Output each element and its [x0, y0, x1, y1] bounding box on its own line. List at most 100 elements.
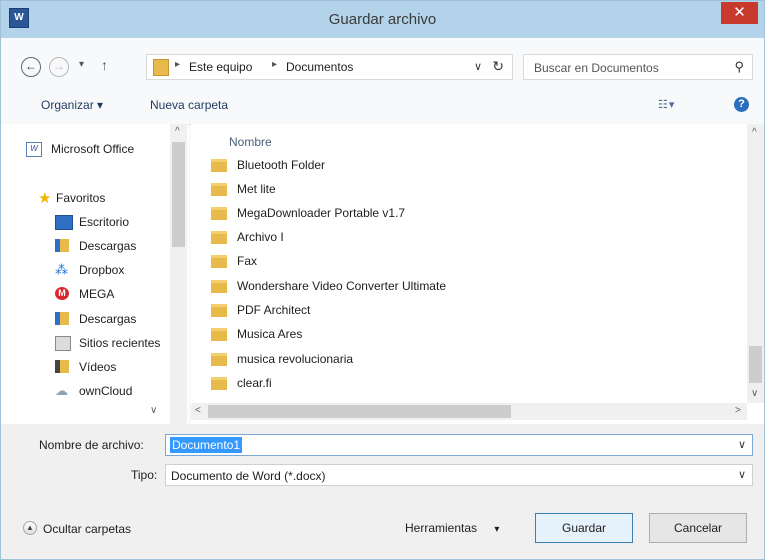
scroll-up-icon[interactable]: ^ [752, 127, 757, 138]
command-bar: Organizar ▾ Nueva carpeta ☷ ▾ ? [1, 88, 764, 125]
nav-item-dropbox[interactable]: ⁂ Dropbox [55, 262, 125, 277]
type-label: Tipo: [131, 468, 158, 482]
nav-item-label: Dropbox [79, 263, 125, 277]
nav-item-videos[interactable]: Vídeos [55, 360, 117, 374]
filename-label: Nombre de archivo: [39, 438, 144, 452]
recent-locations-button[interactable]: ▾ [79, 59, 84, 70]
hide-folders-button[interactable]: Ocultar carpetas [43, 522, 131, 536]
nav-item-label: ownCloud [79, 384, 133, 398]
address-box[interactable]: ▸ Este equipo ▸ Documentos ∨ ↻ [146, 54, 513, 80]
cloud-icon: ☁ [55, 383, 68, 398]
save-form: Nombre de archivo: Documento1 ∨ Tipo: Do… [1, 424, 764, 559]
mega-icon: M [55, 287, 69, 300]
file-name: Musica Ares [237, 327, 303, 341]
file-type-select[interactable]: Documento de Word (*.docx) ∨ [165, 464, 753, 486]
nav-item-label: Escritorio [79, 215, 130, 229]
breadcrumb-separator: ▸ [175, 59, 181, 70]
address-dropdown-icon[interactable]: ∨ [474, 60, 482, 73]
scroll-left-icon[interactable]: < [195, 405, 201, 416]
navigation-pane: W Microsoft Office ★ Favoritos Escritori… [1, 124, 188, 424]
nav-item-microsoft-office[interactable]: W Microsoft Office [26, 142, 135, 157]
desktop-icon [55, 215, 73, 230]
scroll-right-icon[interactable]: > [735, 405, 741, 416]
nav-item-mega[interactable]: M MEGA [55, 287, 115, 301]
nav-item-label: Vídeos [79, 360, 117, 374]
nav-item-label: Favoritos [56, 191, 106, 205]
close-button[interactable]: ✕ [721, 2, 758, 24]
refresh-icon[interactable]: ↻ [492, 58, 504, 75]
star-icon: ★ [38, 190, 52, 207]
tools-button[interactable]: Herramientas ▾ [405, 521, 499, 535]
breadcrumb-este-equipo[interactable]: Este equipo [189, 60, 252, 74]
breadcrumb-separator: ▸ [272, 59, 278, 70]
folder-icon [211, 377, 227, 390]
folder-icon [211, 353, 227, 366]
forward-button[interactable]: → [49, 57, 69, 77]
help-icon[interactable]: ? [734, 97, 749, 112]
videos-icon [55, 360, 69, 373]
file-list-horizontal-scrollbar[interactable]: < > [191, 403, 747, 420]
tools-label: Herramientas [405, 521, 478, 535]
dropbox-icon: ⁂ [55, 262, 68, 277]
search-icon[interactable]: ⚲ [734, 59, 744, 75]
folder-icon [153, 59, 169, 76]
title-bar[interactable]: W Guardar archivo ✕ [1, 1, 764, 38]
file-name: musica revolucionaria [237, 352, 354, 366]
column-header-nombre[interactable]: Nombre [229, 135, 272, 149]
view-options-icon[interactable]: ☷ ▾ [658, 98, 674, 111]
file-name: Met lite [237, 182, 276, 196]
folder-icon [211, 280, 227, 293]
back-button[interactable]: ← [21, 57, 41, 77]
new-folder-button[interactable]: Nueva carpeta [150, 98, 228, 112]
file-name: Archivo I [237, 230, 284, 244]
office-icon: W [26, 142, 42, 157]
save-button[interactable]: Guardar [535, 513, 633, 543]
nav-item-favoritos[interactable]: ★ Favoritos [38, 190, 106, 207]
filename-input[interactable]: Documento1 [170, 437, 243, 453]
search-box[interactable]: ⚲ [523, 54, 753, 80]
folder-icon [211, 159, 227, 172]
file-name: Wondershare Video Converter Ultimate [237, 279, 446, 293]
folder-icon [211, 255, 227, 268]
nav-item-descargas[interactable]: Descargas [55, 239, 137, 253]
cancel-button[interactable]: Cancelar [649, 513, 747, 543]
nav-item-owncloud[interactable]: ☁ ownCloud [55, 383, 133, 398]
hide-folders-icon[interactable]: ▲ [23, 521, 37, 535]
nav-item-label: Microsoft Office [51, 142, 135, 156]
recent-icon [55, 336, 71, 351]
file-type-dropdown-icon[interactable]: ∨ [738, 468, 746, 481]
nav-item-label: Descargas [79, 312, 137, 326]
file-list-pane: Nombre Bluetooth Folder Met lite MegaDow… [191, 124, 764, 424]
nav-pane-scrollbar[interactable]: ^ [170, 124, 187, 424]
search-input[interactable] [532, 58, 716, 78]
file-name: clear.fi [237, 376, 272, 390]
nav-item-sitios-recientes[interactable]: Sitios recientes [55, 336, 160, 351]
file-name: PDF Architect [237, 303, 311, 317]
file-list-vertical-scrollbar[interactable]: ^ ∨ [747, 124, 764, 403]
filename-dropdown-icon[interactable]: ∨ [738, 438, 746, 451]
breadcrumb-documentos[interactable]: Documentos [286, 60, 353, 74]
folder-icon [211, 304, 227, 317]
folder-icon [211, 231, 227, 244]
downloads-icon [55, 312, 69, 325]
scroll-thumb[interactable] [172, 142, 185, 247]
scroll-thumb[interactable] [208, 405, 511, 418]
nav-item-descargas-2[interactable]: Descargas [55, 312, 137, 326]
file-type-value: Documento de Word (*.docx) [171, 469, 326, 483]
folder-icon [211, 183, 227, 196]
file-name: Bluetooth Folder [237, 158, 326, 172]
nav-item-escritorio[interactable]: Escritorio [55, 215, 130, 230]
scroll-down-icon[interactable]: ∨ [150, 405, 157, 416]
address-bar-area: ← → ▾ ↑ ▸ Este equipo ▸ Documentos ∨ ↻ ⚲ [1, 38, 764, 88]
file-name: Fax [237, 254, 258, 268]
scroll-up-icon[interactable]: ^ [175, 126, 180, 137]
folder-icon [211, 207, 227, 220]
scroll-down-icon[interactable]: ∨ [751, 388, 758, 399]
nav-item-label: MEGA [79, 287, 115, 301]
up-button[interactable]: ↑ [101, 57, 108, 73]
chevron-down-icon: ▾ [494, 524, 500, 535]
organize-button[interactable]: Organizar ▾ [41, 98, 103, 112]
filename-field[interactable]: Documento1 ∨ [165, 434, 753, 456]
nav-item-label: Descargas [79, 239, 137, 253]
scroll-thumb[interactable] [749, 346, 762, 383]
